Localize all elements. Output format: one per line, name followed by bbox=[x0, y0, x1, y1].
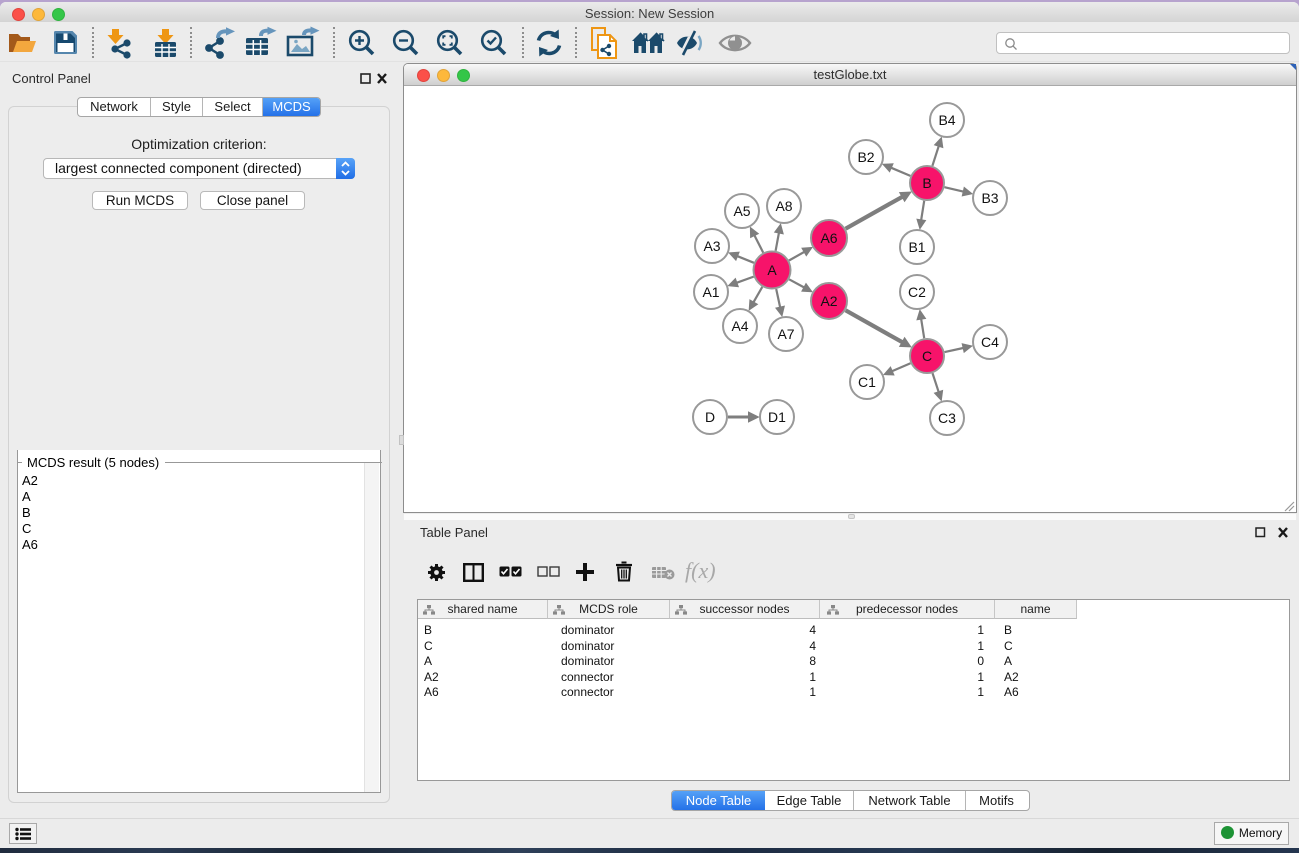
svg-text:C3: C3 bbox=[938, 410, 956, 426]
svg-text:C: C bbox=[922, 348, 932, 364]
svg-text:A4: A4 bbox=[731, 318, 748, 334]
svg-text:C1: C1 bbox=[858, 374, 876, 390]
svg-text:B3: B3 bbox=[981, 190, 998, 206]
svg-text:A7: A7 bbox=[777, 326, 794, 342]
svg-text:A: A bbox=[767, 262, 777, 278]
svg-text:A5: A5 bbox=[733, 203, 750, 219]
svg-text:A3: A3 bbox=[703, 238, 720, 254]
svg-text:B: B bbox=[922, 175, 931, 191]
svg-text:A8: A8 bbox=[775, 198, 792, 214]
svg-text:C4: C4 bbox=[981, 334, 999, 350]
svg-text:C2: C2 bbox=[908, 284, 926, 300]
svg-text:A1: A1 bbox=[702, 284, 719, 300]
svg-text:B4: B4 bbox=[938, 112, 955, 128]
svg-text:A6: A6 bbox=[820, 230, 837, 246]
svg-text:A2: A2 bbox=[820, 293, 837, 309]
svg-text:D1: D1 bbox=[768, 409, 786, 425]
svg-text:B2: B2 bbox=[857, 149, 874, 165]
svg-text:B1: B1 bbox=[908, 239, 925, 255]
svg-text:D: D bbox=[705, 409, 715, 425]
